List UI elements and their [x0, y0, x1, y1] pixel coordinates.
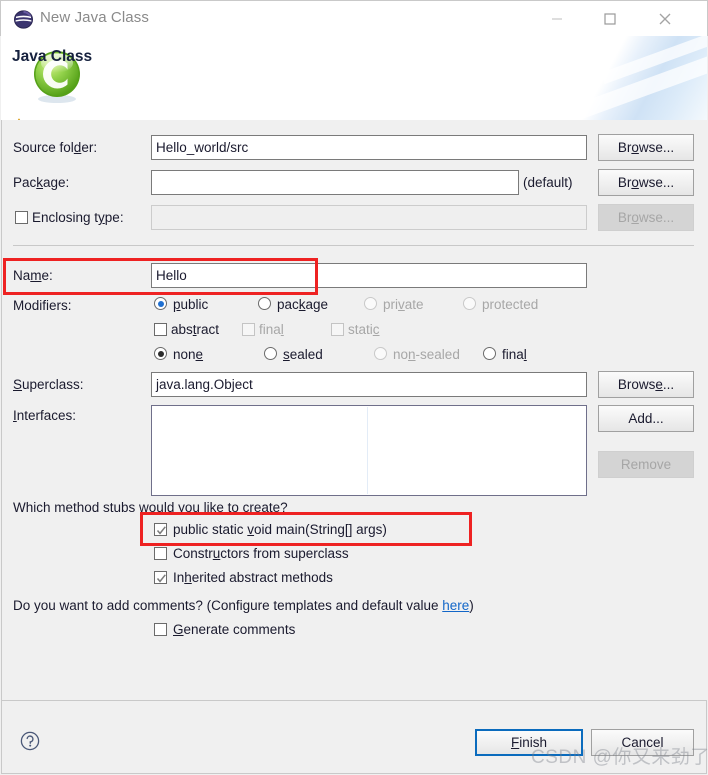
- modifier-radio-private: [364, 297, 377, 310]
- enclosing-type-checkbox[interactable]: [15, 211, 28, 224]
- interfaces-remove-button: Remove: [598, 451, 694, 478]
- help-icon[interactable]: [20, 731, 40, 751]
- modifier-radio-package[interactable]: [258, 297, 271, 310]
- enclosing-type-browse-button: Browse...: [598, 204, 694, 231]
- finish-button[interactable]: Finish: [475, 729, 583, 756]
- stub-checkbox-constructors[interactable]: [154, 547, 167, 560]
- check-mark-icon: [156, 524, 167, 535]
- configure-templates-link[interactable]: here: [442, 598, 469, 613]
- comments-question: Do you want to add comments? (Configure …: [13, 598, 474, 613]
- modifier-radio-non-sealed: [374, 347, 387, 360]
- package-label: Package:: [13, 175, 70, 190]
- name-input[interactable]: Hello: [151, 263, 587, 288]
- cancel-button[interactable]: Cancel: [591, 729, 694, 756]
- modifier-radio-final-sealed[interactable]: [483, 347, 496, 360]
- eclipse-icon: [14, 10, 33, 29]
- source-folder-input[interactable]: Hello_world/src: [151, 135, 587, 160]
- stub-label-main: public static void main(String[] args): [173, 522, 387, 537]
- maximize-icon[interactable]: [587, 1, 633, 37]
- header-banner-art: [561, 36, 707, 120]
- source-folder-label: Source folder:: [13, 140, 98, 155]
- enclosing-type-input[interactable]: [151, 205, 587, 230]
- generate-comments-label: Generate comments: [173, 622, 296, 637]
- comments-question-suffix: ): [469, 598, 474, 613]
- modifier-label-public: public: [173, 297, 209, 312]
- modifier-label-protected: protected: [482, 297, 539, 312]
- modifier-radio-public[interactable]: [154, 297, 167, 310]
- stub-label-inherited: Inherited abstract methods: [173, 570, 333, 585]
- modifier-label-final: final: [259, 322, 284, 337]
- minimize-icon[interactable]: [534, 1, 580, 37]
- superclass-browse-button[interactable]: Browse...: [598, 371, 694, 398]
- dialog-header: Java Class The use of the default packag…: [1, 36, 707, 133]
- interfaces-listbox[interactable]: [151, 405, 587, 496]
- stub-label-constructors: Constructors from superclass: [173, 546, 349, 561]
- interfaces-add-button[interactable]: Add...: [598, 405, 694, 432]
- check-mark-icon: [156, 572, 167, 583]
- name-label: Name:: [13, 268, 53, 283]
- new-java-class-dialog: New Java Class Java Class Source folder:…: [0, 0, 708, 775]
- title-bar: New Java Class: [0, 0, 708, 36]
- dialog-body: Source folder: Hello_world/src Browse...…: [1, 120, 707, 700]
- modifier-label-none: none: [173, 347, 204, 362]
- method-stubs-question: Which method stubs would you like to cre…: [13, 500, 288, 515]
- modifier-label-final-sealed: final: [502, 347, 527, 362]
- package-input[interactable]: [151, 170, 519, 195]
- modifier-checkbox-static: [331, 323, 344, 336]
- modifier-label-static: static: [348, 322, 380, 337]
- modifiers-label: Modifiers:: [13, 298, 72, 313]
- section-divider-1: [13, 245, 694, 246]
- stub-checkbox-inherited[interactable]: [154, 571, 167, 584]
- modifier-checkbox-abstract[interactable]: [154, 323, 167, 336]
- generate-comments-checkbox[interactable]: [154, 623, 167, 636]
- modifier-radio-protected: [463, 297, 476, 310]
- superclass-input[interactable]: java.lang.Object: [151, 372, 587, 397]
- modifier-radio-sealed[interactable]: [264, 347, 277, 360]
- source-folder-browse-button[interactable]: Browse...: [598, 134, 694, 161]
- comments-question-prefix: Do you want to add comments? (Configure …: [13, 598, 443, 613]
- package-default-hint: (default): [523, 175, 573, 190]
- modifier-label-sealed: sealed: [283, 347, 323, 362]
- dialog-footer: Finish Cancel: [1, 700, 707, 774]
- page-title: Java Class: [12, 48, 93, 65]
- stub-checkbox-main[interactable]: [154, 523, 167, 536]
- modifier-label-non-sealed: non-sealed: [393, 347, 460, 362]
- superclass-label: Superclass:: [13, 377, 84, 392]
- modifier-label-package: package: [277, 297, 329, 312]
- modifier-radio-none[interactable]: [154, 347, 167, 360]
- package-browse-button[interactable]: Browse...: [598, 169, 694, 196]
- close-icon[interactable]: [642, 1, 688, 37]
- modifier-checkbox-final: [242, 323, 255, 336]
- enclosing-type-label: Enclosing type:: [32, 210, 124, 225]
- modifier-label-abstract: abstract: [171, 322, 220, 337]
- window-title: New Java Class: [40, 9, 149, 26]
- modifier-label-private: private: [383, 297, 424, 312]
- interfaces-label: Interfaces:: [13, 408, 77, 423]
